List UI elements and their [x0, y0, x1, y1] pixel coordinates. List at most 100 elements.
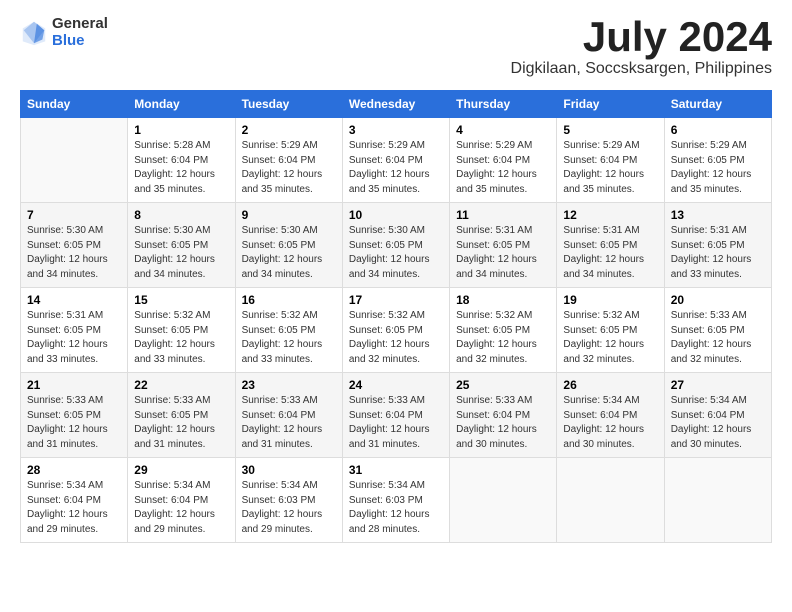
header-row: Sunday Monday Tuesday Wednesday Thursday…: [21, 91, 772, 118]
logo: General Blue: [20, 16, 108, 49]
day-number: 24: [349, 378, 443, 392]
calendar-cell: 26Sunrise: 5:34 AM Sunset: 6:04 PM Dayli…: [557, 373, 664, 458]
logo-general-text: General: [52, 16, 108, 33]
calendar-cell: 17 Sunrise: 5:32 AM Sunset: 6:05 PM Dayli…: [342, 288, 449, 373]
day-info: Sunrise: 5:34 AM Sunset: 6:04 PM Dayligh…: [27, 479, 121, 537]
calendar-cell: 28 Sunrise: 5:34 AM Sunset: 6:04 PM Dayli…: [21, 458, 128, 543]
calendar-cell: [664, 458, 771, 543]
calendar-cell: 14 Sunrise: 5:31 AM Sunset: 6:05 PM Dayli…: [21, 288, 128, 373]
calendar-week-3: 14 Sunrise: 5:31 AM Sunset: 6:05 PM Dayli…: [21, 288, 772, 373]
day-number: 5: [563, 123, 657, 137]
location-title: Digkilaan, Soccsksargen, Philippines: [511, 60, 772, 78]
col-tuesday: Tuesday: [235, 91, 342, 118]
day-number: 4: [456, 123, 550, 137]
day-number: 12: [563, 208, 657, 222]
day-info: Sunrise: 5:33 AM Sunset: 6:05 PM Dayligh…: [134, 394, 228, 452]
day-info: Sunrise: 5:31 AM Sunset: 6:05 PM Dayligh…: [671, 224, 765, 282]
day-info: Sunrise: 5:31 AM Sunset: 6:05 PM Dayligh…: [563, 224, 657, 282]
day-info: Sunrise: 5:29 AM Sunset: 6:05 PM Dayligh…: [671, 139, 765, 197]
day-number: 8: [134, 208, 228, 222]
day-info: Sunrise: 5:32 AM Sunset: 6:05 PM Dayligh…: [563, 309, 657, 367]
calendar-cell: 2Sunrise: 5:29 AM Sunset: 6:04 PM Daylig…: [235, 118, 342, 203]
day-number: 29: [134, 463, 228, 477]
logo-icon: [20, 19, 48, 47]
day-number: 1: [134, 123, 228, 137]
calendar-cell: 24 Sunrise: 5:33 AM Sunset: 6:04 PM Dayli…: [342, 373, 449, 458]
day-number: 6: [671, 123, 765, 137]
day-info: Sunrise: 5:32 AM Sunset: 6:05 PM Dayligh…: [349, 309, 443, 367]
day-number: 17: [349, 293, 443, 307]
calendar-cell: 12 Sunrise: 5:31 AM Sunset: 6:05 PM Dayli…: [557, 203, 664, 288]
calendar-cell: 31Sunrise: 5:34 AM Sunset: 6:03 PM Dayli…: [342, 458, 449, 543]
day-number: 14: [27, 293, 121, 307]
calendar-cell: 19 Sunrise: 5:32 AM Sunset: 6:05 PM Dayli…: [557, 288, 664, 373]
day-info: Sunrise: 5:33 AM Sunset: 6:04 PM Dayligh…: [349, 394, 443, 452]
month-title: July 2024: [511, 16, 772, 58]
day-info: Sunrise: 5:29 AM Sunset: 6:04 PM Dayligh…: [456, 139, 550, 197]
day-info: Sunrise: 5:30 AM Sunset: 6:05 PM Dayligh…: [349, 224, 443, 282]
day-info: Sunrise: 5:30 AM Sunset: 6:05 PM Dayligh…: [27, 224, 121, 282]
day-info: Sunrise: 5:29 AM Sunset: 6:04 PM Dayligh…: [349, 139, 443, 197]
day-number: 9: [242, 208, 336, 222]
day-info: Sunrise: 5:31 AM Sunset: 6:05 PM Dayligh…: [456, 224, 550, 282]
day-number: 13: [671, 208, 765, 222]
calendar-cell: 25Sunrise: 5:33 AM Sunset: 6:04 PM Dayli…: [450, 373, 557, 458]
day-info: Sunrise: 5:31 AM Sunset: 6:05 PM Dayligh…: [27, 309, 121, 367]
day-number: 19: [563, 293, 657, 307]
calendar-cell: [21, 118, 128, 203]
calendar-cell: 21Sunrise: 5:33 AM Sunset: 6:05 PM Dayli…: [21, 373, 128, 458]
day-info: Sunrise: 5:28 AM Sunset: 6:04 PM Dayligh…: [134, 139, 228, 197]
col-saturday: Saturday: [664, 91, 771, 118]
day-number: 10: [349, 208, 443, 222]
calendar-week-5: 28 Sunrise: 5:34 AM Sunset: 6:04 PM Dayli…: [21, 458, 772, 543]
page-header: General Blue July 2024 Digkilaan, Soccsk…: [20, 16, 772, 78]
logo-text: General Blue: [52, 16, 108, 49]
day-info: Sunrise: 5:32 AM Sunset: 6:05 PM Dayligh…: [242, 309, 336, 367]
day-number: 3: [349, 123, 443, 137]
col-sunday: Sunday: [21, 91, 128, 118]
calendar-cell: 3 Sunrise: 5:29 AM Sunset: 6:04 PM Daylig…: [342, 118, 449, 203]
day-info: Sunrise: 5:30 AM Sunset: 6:05 PM Dayligh…: [134, 224, 228, 282]
day-number: 28: [27, 463, 121, 477]
calendar-cell: 29 Sunrise: 5:34 AM Sunset: 6:04 PM Dayli…: [128, 458, 235, 543]
calendar-cell: 18 Sunrise: 5:32 AM Sunset: 6:05 PM Dayli…: [450, 288, 557, 373]
day-number: 11: [456, 208, 550, 222]
day-number: 16: [242, 293, 336, 307]
day-info: Sunrise: 5:34 AM Sunset: 6:04 PM Dayligh…: [563, 394, 657, 452]
day-number: 25: [456, 378, 550, 392]
calendar-cell: 1 Sunrise: 5:28 AM Sunset: 6:04 PM Daylig…: [128, 118, 235, 203]
col-thursday: Thursday: [450, 91, 557, 118]
day-number: 20: [671, 293, 765, 307]
day-number: 18: [456, 293, 550, 307]
col-wednesday: Wednesday: [342, 91, 449, 118]
calendar-cell: 13 Sunrise: 5:31 AM Sunset: 6:05 PM Dayli…: [664, 203, 771, 288]
col-monday: Monday: [128, 91, 235, 118]
calendar-cell: 30Sunrise: 5:34 AM Sunset: 6:03 PM Dayli…: [235, 458, 342, 543]
day-info: Sunrise: 5:32 AM Sunset: 6:05 PM Dayligh…: [134, 309, 228, 367]
calendar-cell: 4 Sunrise: 5:29 AM Sunset: 6:04 PM Daylig…: [450, 118, 557, 203]
calendar-cell: [450, 458, 557, 543]
calendar-cell: 22 Sunrise: 5:33 AM Sunset: 6:05 PM Dayli…: [128, 373, 235, 458]
day-info: Sunrise: 5:34 AM Sunset: 6:04 PM Dayligh…: [671, 394, 765, 452]
calendar-cell: 20 Sunrise: 5:33 AM Sunset: 6:05 PM Dayli…: [664, 288, 771, 373]
day-info: Sunrise: 5:29 AM Sunset: 6:04 PM Dayligh…: [242, 139, 336, 197]
day-number: 27: [671, 378, 765, 392]
calendar-cell: 15Sunrise: 5:32 AM Sunset: 6:05 PM Dayli…: [128, 288, 235, 373]
calendar-header: Sunday Monday Tuesday Wednesday Thursday…: [21, 91, 772, 118]
calendar-cell: 9Sunrise: 5:30 AM Sunset: 6:05 PM Daylig…: [235, 203, 342, 288]
logo-blue-text: Blue: [52, 33, 108, 50]
calendar-cell: 7 Sunrise: 5:30 AM Sunset: 6:05 PM Daylig…: [21, 203, 128, 288]
day-number: 7: [27, 208, 121, 222]
calendar-cell: 23Sunrise: 5:33 AM Sunset: 6:04 PM Dayli…: [235, 373, 342, 458]
day-info: Sunrise: 5:33 AM Sunset: 6:04 PM Dayligh…: [242, 394, 336, 452]
day-info: Sunrise: 5:34 AM Sunset: 6:04 PM Dayligh…: [134, 479, 228, 537]
day-number: 22: [134, 378, 228, 392]
day-info: Sunrise: 5:33 AM Sunset: 6:05 PM Dayligh…: [671, 309, 765, 367]
calendar-body: 1 Sunrise: 5:28 AM Sunset: 6:04 PM Daylig…: [21, 118, 772, 543]
calendar-week-4: 21Sunrise: 5:33 AM Sunset: 6:05 PM Dayli…: [21, 373, 772, 458]
day-info: Sunrise: 5:32 AM Sunset: 6:05 PM Dayligh…: [456, 309, 550, 367]
calendar-table: Sunday Monday Tuesday Wednesday Thursday…: [20, 90, 772, 543]
calendar-cell: 10 Sunrise: 5:30 AM Sunset: 6:05 PM Dayli…: [342, 203, 449, 288]
calendar-cell: 16 Sunrise: 5:32 AM Sunset: 6:05 PM Dayli…: [235, 288, 342, 373]
calendar-week-2: 7 Sunrise: 5:30 AM Sunset: 6:05 PM Daylig…: [21, 203, 772, 288]
